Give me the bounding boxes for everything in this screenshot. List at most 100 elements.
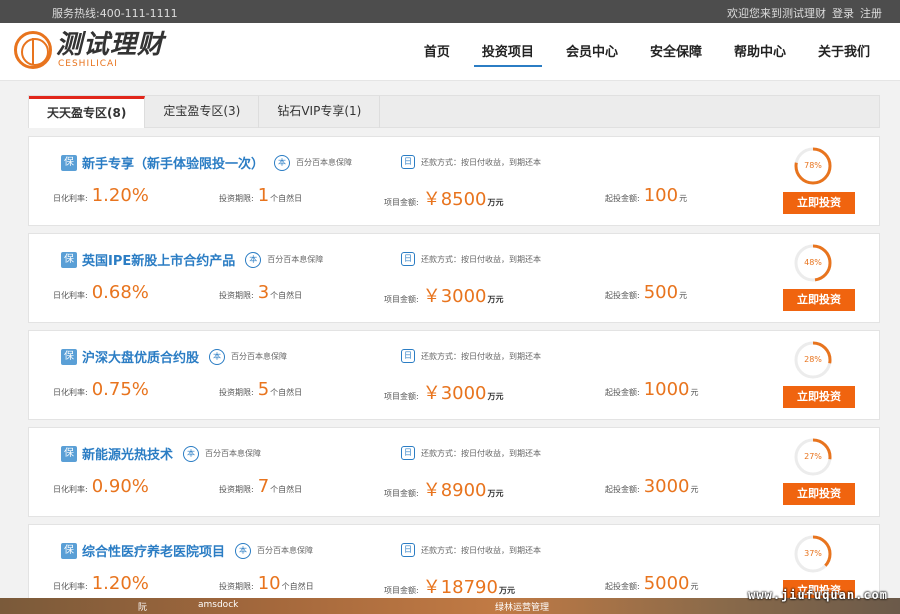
- product-card: 保 新能源光热技术 本 百分百本息保障 日 还款方式：按日付收益，到期还本 日化…: [28, 427, 880, 517]
- daily-rate-label: 日化利率:: [53, 194, 88, 203]
- currency-symbol: ￥: [422, 189, 441, 210]
- nav-item[interactable]: 关于我们: [810, 45, 878, 67]
- daily-rate: 日化利率: 1.20%: [53, 185, 149, 206]
- invest-term-unit: 个自然日: [270, 194, 303, 203]
- calendar-icon: 日: [401, 155, 415, 169]
- project-amount-unit: 万元: [487, 295, 504, 304]
- invest-now-button[interactable]: 立即投资: [783, 386, 855, 408]
- daily-rate: 日化利率: 1.20%: [53, 573, 149, 594]
- nav-item[interactable]: 首页: [416, 45, 458, 67]
- min-invest-value: 500: [643, 282, 679, 303]
- invest-now-button[interactable]: 立即投资: [783, 289, 855, 311]
- taskbar-item[interactable]: amsdock: [198, 600, 238, 610]
- tab-item[interactable]: 钻石VIP专享(1): [259, 96, 381, 128]
- daily-rate: 日化利率: 0.90%: [53, 476, 149, 497]
- invest-term: 投资期限: 1 个自然日: [219, 185, 302, 206]
- product-title[interactable]: 沪深大盘优质合约股: [82, 347, 199, 366]
- product-title[interactable]: 新手专享（新手体验限投一次）: [82, 153, 264, 172]
- repay-method: 还款方式：按日付收益，到期还本: [421, 351, 541, 361]
- progress-percent: 78%: [804, 161, 822, 170]
- daily-rate-value: 1.20%: [91, 185, 149, 206]
- project-amount-value: 8900: [440, 480, 487, 501]
- min-invest-value: 5000: [643, 573, 690, 594]
- guarantee-badge-icon: 保: [61, 542, 77, 559]
- invest-term: 投资期限: 5 个自然日: [219, 379, 302, 400]
- project-amount-label: 项目金额:: [384, 392, 419, 401]
- guarantee-badge-icon: 保: [61, 154, 77, 171]
- min-invest-label: 起投金额:: [605, 194, 640, 203]
- tab-item[interactable]: 定宝盈专区(3): [145, 96, 260, 128]
- invest-term-value: 1: [257, 185, 270, 206]
- product-card: 保 沪深大盘优质合约股 本 百分百本息保障 日 还款方式：按日付收益，到期还本 …: [28, 330, 880, 420]
- product-title[interactable]: 综合性医疗养老医院项目: [82, 541, 225, 560]
- project-amount-label: 项目金额:: [384, 295, 419, 304]
- invest-now-button[interactable]: 立即投资: [783, 483, 855, 505]
- invest-term-label: 投资期限:: [219, 194, 254, 203]
- progress-percent: 28%: [804, 355, 822, 364]
- min-invest-unit: 元: [690, 582, 699, 591]
- guarantee-badge-icon: 保: [61, 348, 77, 365]
- currency-symbol: ￥: [422, 383, 441, 404]
- site-logo[interactable]: 测试理财 CESHILICAI: [14, 31, 164, 69]
- invest-now-button[interactable]: 立即投资: [783, 192, 855, 214]
- guarantee-text: 百分百本息保障: [257, 546, 314, 555]
- project-amount: 项目金额: ￥ 8900 万元: [384, 476, 504, 502]
- min-invest: 起投金额: 500 元: [605, 282, 687, 303]
- invest-term-label: 投资期限:: [219, 485, 254, 494]
- login-link[interactable]: 登录: [832, 5, 854, 21]
- repay-method: 还款方式：按日付收益，到期还本: [421, 157, 541, 167]
- min-invest-label: 起投金额:: [605, 485, 640, 494]
- nav-item[interactable]: 安全保障: [642, 45, 710, 67]
- repay-method: 还款方式：按日付收益，到期还本: [421, 448, 541, 458]
- progress-percent: 37%: [804, 549, 822, 558]
- service-hotline: 服务热线:400-111-1111: [52, 7, 178, 20]
- project-amount: 项目金额: ￥ 8500 万元: [384, 185, 504, 211]
- register-link[interactable]: 注册: [860, 5, 882, 21]
- project-amount-unit: 万元: [487, 489, 504, 498]
- project-amount-unit: 万元: [487, 198, 504, 207]
- currency-symbol: ￥: [422, 577, 441, 598]
- principal-icon: 本: [245, 251, 262, 268]
- product-title[interactable]: 英国IPE新股上市合约产品: [82, 250, 235, 269]
- guarantee-text: 百分百本息保障: [296, 158, 353, 167]
- calendar-icon: 日: [401, 446, 415, 460]
- principal-icon: 本: [274, 154, 291, 171]
- progress-percent: 48%: [804, 258, 822, 267]
- top-bar-links: 欢迎您来到测试理财 登录 注册: [727, 5, 882, 21]
- project-amount: 项目金额: ￥ 3000 万元: [384, 282, 504, 308]
- daily-rate-value: 0.68%: [91, 282, 149, 303]
- min-invest-value: 3000: [643, 476, 690, 497]
- invest-term-value: 10: [257, 573, 281, 594]
- project-amount-value: 18790: [440, 577, 498, 598]
- principal-icon: 本: [209, 348, 226, 365]
- min-invest-label: 起投金额:: [605, 291, 640, 300]
- min-invest-unit: 元: [690, 485, 699, 494]
- invest-term-unit: 个自然日: [270, 485, 303, 494]
- calendar-icon: 日: [401, 543, 415, 557]
- tab-item[interactable]: 天天盈专区(8): [29, 96, 146, 128]
- invest-term-label: 投资期限:: [219, 582, 254, 591]
- nav-item[interactable]: 投资项目: [473, 45, 542, 67]
- guarantee-text: 百分百本息保障: [267, 255, 324, 264]
- guarantee-badge-icon: 保: [61, 445, 77, 462]
- min-invest-label: 起投金额:: [605, 582, 640, 591]
- product-list: 保 新手专享（新手体验限投一次） 本 百分百本息保障 日 还款方式：按日付收益，…: [28, 136, 880, 614]
- min-invest: 起投金额: 3000 元: [605, 476, 699, 497]
- nav-item[interactable]: 帮助中心: [726, 45, 794, 67]
- watermark: www.jiufuquan.com: [748, 588, 888, 602]
- invest-term: 投资期限: 10 个自然日: [219, 573, 314, 594]
- taskbar-item[interactable]: 阮: [138, 600, 147, 613]
- nav-item[interactable]: 会员中心: [558, 45, 626, 67]
- daily-rate: 日化利率: 0.75%: [53, 379, 149, 400]
- logo-text: 测试理财: [56, 30, 165, 60]
- taskbar-item[interactable]: 绿林运营管理: [495, 600, 549, 613]
- guarantee-text: 百分百本息保障: [205, 449, 262, 458]
- invest-term-unit: 个自然日: [270, 388, 303, 397]
- daily-rate-value: 0.75%: [91, 379, 149, 400]
- invest-term-value: 7: [257, 476, 270, 497]
- daily-rate-value: 0.90%: [91, 476, 149, 497]
- invest-term-unit: 个自然日: [270, 291, 303, 300]
- product-title[interactable]: 新能源光热技术: [82, 444, 173, 463]
- principal-icon: 本: [183, 445, 200, 462]
- main-nav: 首页 投资项目 会员中心 安全保障 帮助中心 关于我们: [408, 45, 886, 67]
